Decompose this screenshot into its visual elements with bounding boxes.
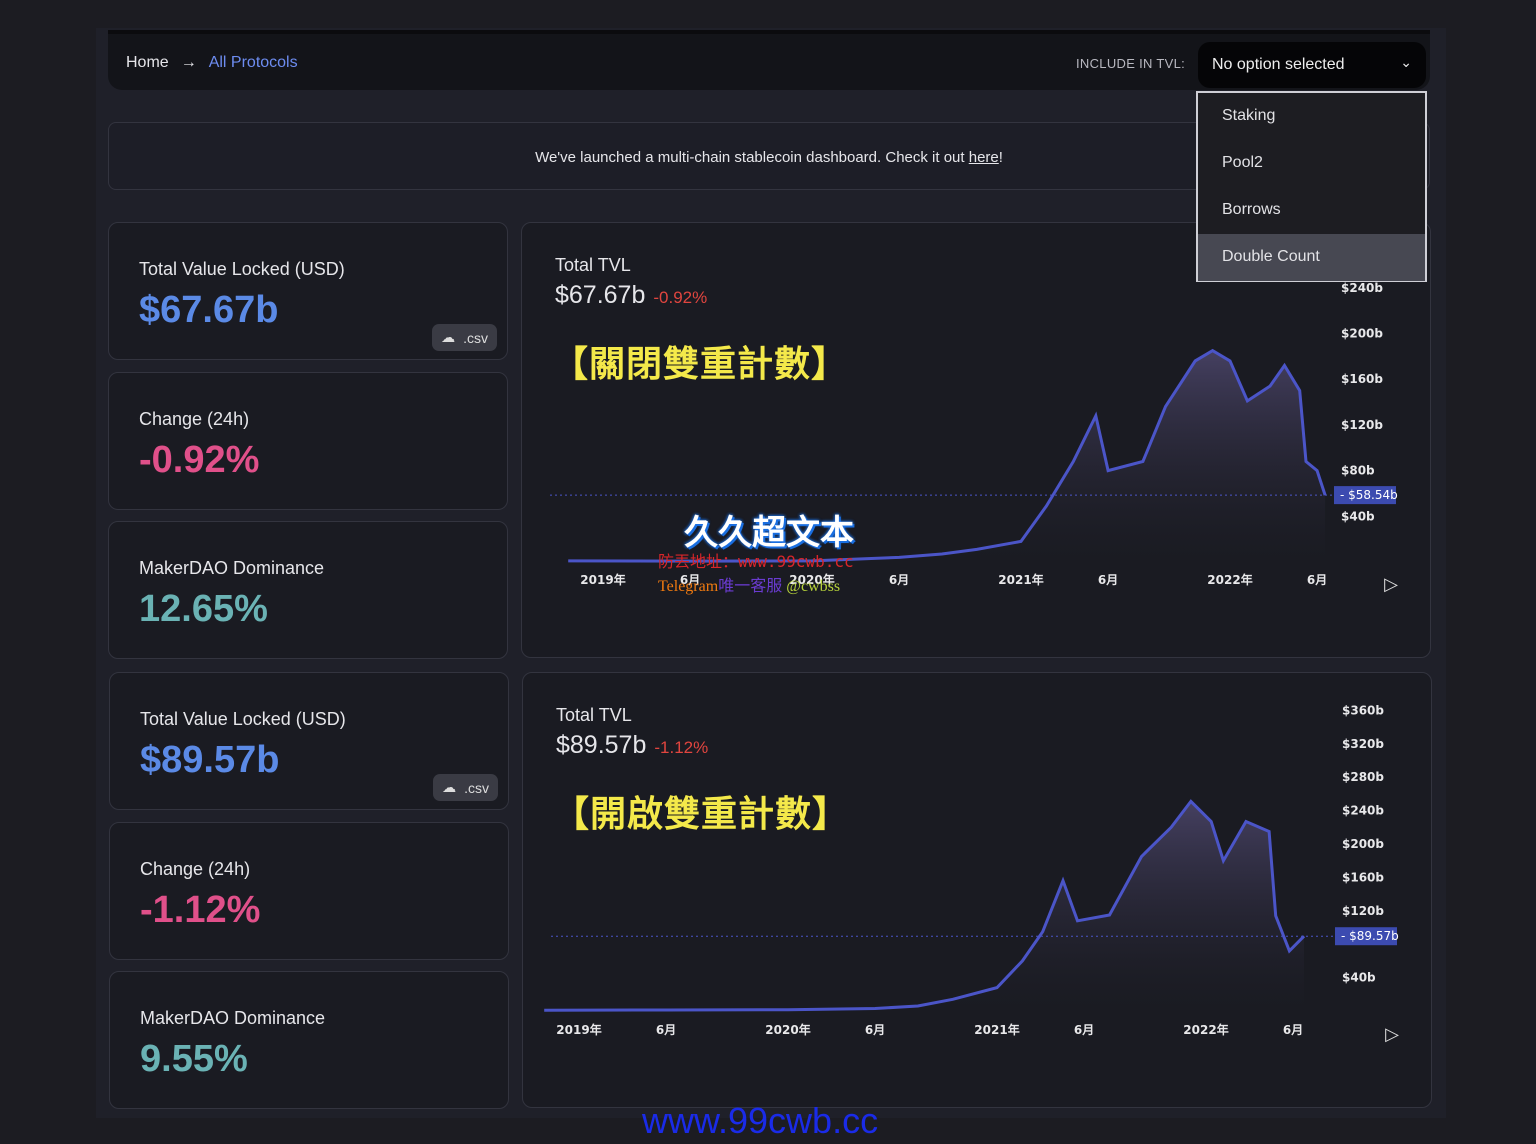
change-label: Change (24h) [140, 859, 251, 879]
breadcrumb-all-protocols[interactable]: All Protocols [209, 54, 298, 72]
play-icon[interactable]: ▷ [1384, 574, 1398, 595]
download-csv-button[interactable]: ☁ .csv [432, 324, 497, 351]
x-tick-label: 2022年 [1183, 1022, 1228, 1037]
x-tick-label: 6月 [865, 1023, 885, 1037]
cloud-download-icon: ☁ [441, 329, 456, 345]
tvl-value: $89.57b [140, 739, 280, 781]
wm-tg2: 唯一客服 [718, 578, 783, 595]
banner-link[interactable]: here [969, 149, 999, 166]
y-tick-label: $200b [1341, 327, 1383, 341]
dominance-value: 12.65% [139, 588, 268, 630]
tvl-label: Total Value Locked (USD) [140, 709, 346, 729]
option-staking[interactable]: Staking [1198, 93, 1425, 140]
y-tick-label: $80b [1341, 464, 1375, 478]
annotation: 【關閉雙重計數】 [552, 344, 849, 385]
y-tick-label: $360b [1342, 703, 1384, 717]
x-tick-label: 2022年 [1207, 572, 1252, 587]
dominance-label: MakerDAO Dominance [139, 558, 325, 578]
tvl-label: Total Value Locked (USD) [139, 259, 345, 279]
top-bar: Home → All Protocols INCLUDE IN TVL: No … [108, 30, 1430, 90]
chart-change: -1.12% [654, 738, 709, 757]
play-icon[interactable]: ▷ [1385, 1024, 1399, 1045]
y-tick-label: $240b [1342, 804, 1384, 818]
wm-tg3: @cwbss [786, 578, 841, 595]
option-double-count[interactable]: Double Count [1198, 234, 1425, 281]
y-tick-label: $160b [1342, 870, 1384, 884]
x-tick-label: 2021年 [974, 1022, 1019, 1037]
tvl-chart-panel: $40b $120b $160b $200b $240b $280b $320b $360b -… [522, 672, 1432, 1108]
change-card: Change (24h) -0.92% [108, 372, 508, 510]
tvl-card: Total Value Locked (USD) $89.57b ☁ .csv [109, 672, 509, 810]
x-tick-label: 6月 [1307, 573, 1327, 587]
x-tick-label: 6月 [1098, 573, 1118, 587]
x-tick-label: 2021年 [998, 572, 1043, 587]
option-borrows[interactable]: Borrows [1198, 187, 1425, 234]
dominance-value: 9.55% [140, 1038, 248, 1080]
breadcrumb: Home → All Protocols [126, 54, 298, 72]
arrow-right-icon: → [180, 54, 197, 71]
watermark-footer: www.99cwb.cc [642, 1100, 879, 1141]
x-tick-label: 2020年 [765, 1022, 810, 1037]
chart-value-text: $89.57b [556, 731, 647, 759]
x-tick-label: 6月 [1283, 1023, 1303, 1037]
select-value: No option selected [1212, 56, 1345, 73]
include-in-tvl-dropdown: Staking Pool2 Borrows Double Count [1196, 91, 1427, 282]
include-in-tvl-select[interactable]: No option selected ⌄ [1198, 42, 1426, 88]
dominance-label: MakerDAO Dominance [140, 1008, 326, 1028]
current-value-label: - $89.57b [1341, 929, 1399, 943]
tvl-value: $67.67b [139, 289, 279, 331]
x-tick-label: 2019年 [580, 572, 625, 587]
csv-label: .csv [464, 779, 489, 796]
current-value-label: - $58.54b [1340, 488, 1398, 502]
chart-value-text: $67.67b [555, 281, 646, 309]
chart-value: $89.57b -1.12% [556, 731, 708, 760]
chevron-down-icon: ⌄ [1400, 54, 1412, 70]
banner-suffix: ! [998, 149, 1003, 166]
chart-change: -0.92% [653, 288, 708, 307]
watermark-title: 久久超文本 [684, 513, 854, 553]
watermark-address: 防丟地址：www.99cwb.cc [658, 552, 854, 571]
chart-value: $67.67b -0.92% [555, 281, 707, 310]
y-tick-label: $160b [1341, 372, 1383, 386]
change-value: -1.12% [140, 889, 261, 931]
x-tick-label: 6月 [656, 1023, 676, 1037]
chart-title: Total TVL [556, 705, 632, 725]
breadcrumb-home[interactable]: Home [126, 54, 169, 72]
change-value: -0.92% [139, 439, 260, 481]
y-tick-label: $40b [1341, 509, 1375, 523]
x-tick-label: 6月 [889, 573, 909, 587]
change-card: Change (24h) -1.12% [109, 822, 509, 960]
x-tick-label: 2019年 [556, 1022, 601, 1037]
csv-label: .csv [463, 329, 488, 346]
x-tick-label: 6月 [1074, 1023, 1094, 1037]
option-pool2[interactable]: Pool2 [1198, 140, 1425, 187]
y-tick-label: $40b [1342, 971, 1376, 985]
wm-tg1: Telegram [658, 578, 719, 595]
dominance-card: MakerDAO Dominance 9.55% [109, 971, 509, 1109]
change-label: Change (24h) [139, 409, 250, 429]
download-csv-button[interactable]: ☁ .csv [433, 774, 498, 801]
dominance-card: MakerDAO Dominance 12.65% [108, 521, 508, 659]
banner-text: We've launched a multi-chain stablecoin … [535, 149, 969, 166]
annotation: 【開啟雙重計數】 [553, 794, 850, 835]
chart-title: Total TVL [555, 255, 631, 275]
tvl-card: Total Value Locked (USD) $67.67b ☁ .csv [108, 222, 508, 360]
watermark-telegram: Telegram唯一客服 @cwbss [658, 572, 840, 596]
cloud-download-icon: ☁ [442, 779, 457, 795]
y-tick-label: $200b [1342, 837, 1384, 851]
y-tick-label: $240b [1341, 281, 1383, 295]
y-tick-label: $120b [1341, 418, 1383, 432]
include-in-tvl-label: INCLUDE IN TVL: [1076, 56, 1186, 71]
y-tick-label: $320b [1342, 737, 1384, 751]
y-tick-label: $280b [1342, 770, 1384, 784]
y-tick-label: $120b [1342, 904, 1384, 918]
